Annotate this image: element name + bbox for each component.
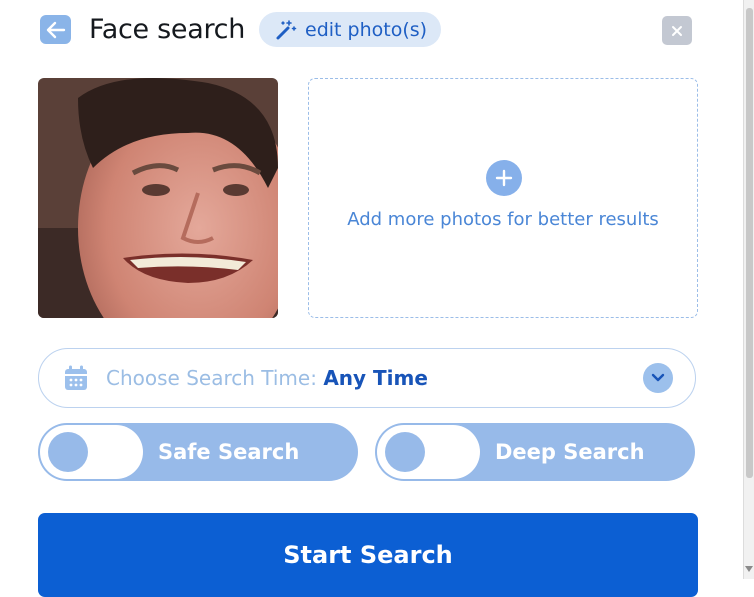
add-more-photos-text: Add more photos for better results bbox=[347, 209, 659, 230]
search-time-label: Choose Search Time: Any Time bbox=[106, 349, 428, 407]
uploaded-face-photo bbox=[38, 78, 278, 318]
deep-search-toggle[interactable]: Deep Search bbox=[375, 423, 695, 481]
calendar-icon bbox=[65, 365, 87, 390]
deep-search-switch-track[interactable] bbox=[377, 425, 480, 479]
page-title: Face search bbox=[89, 14, 246, 45]
arrow-left-icon bbox=[46, 21, 65, 38]
add-more-photos-dropzone[interactable]: Add more photos for better results bbox=[308, 78, 698, 318]
scrollbar[interactable] bbox=[743, 0, 754, 579]
close-icon bbox=[672, 25, 682, 36]
safe-search-switch-knob[interactable] bbox=[48, 432, 88, 472]
plus-icon bbox=[495, 169, 513, 187]
face-photo-image bbox=[38, 78, 278, 318]
search-time-prompt: Choose Search Time: bbox=[106, 366, 317, 390]
edit-photos-button[interactable]: edit photo(s) bbox=[259, 12, 442, 47]
add-photo-button[interactable] bbox=[486, 160, 522, 196]
safe-search-toggle[interactable]: Safe Search bbox=[38, 423, 358, 481]
header: Face search edit photo(s) bbox=[40, 12, 700, 48]
deep-search-label: Deep Search bbox=[495, 440, 645, 464]
scroll-down-arrow-icon[interactable] bbox=[745, 566, 753, 572]
chevron-down-icon bbox=[651, 373, 665, 382]
start-search-button[interactable]: Start Search bbox=[38, 513, 698, 597]
close-button[interactable] bbox=[662, 16, 692, 45]
search-time-dropdown-button[interactable] bbox=[643, 363, 673, 393]
safe-search-label: Safe Search bbox=[158, 440, 300, 464]
search-time-value: Any Time bbox=[323, 366, 428, 390]
edit-photos-label: edit photo(s) bbox=[305, 18, 428, 41]
scrollbar-thumb[interactable] bbox=[746, 8, 753, 478]
deep-search-switch-knob[interactable] bbox=[385, 432, 425, 472]
back-button[interactable] bbox=[40, 15, 71, 44]
search-time-select[interactable]: Choose Search Time: Any Time bbox=[38, 348, 696, 408]
safe-search-switch-track[interactable] bbox=[40, 425, 143, 479]
magic-wand-icon bbox=[276, 19, 297, 39]
